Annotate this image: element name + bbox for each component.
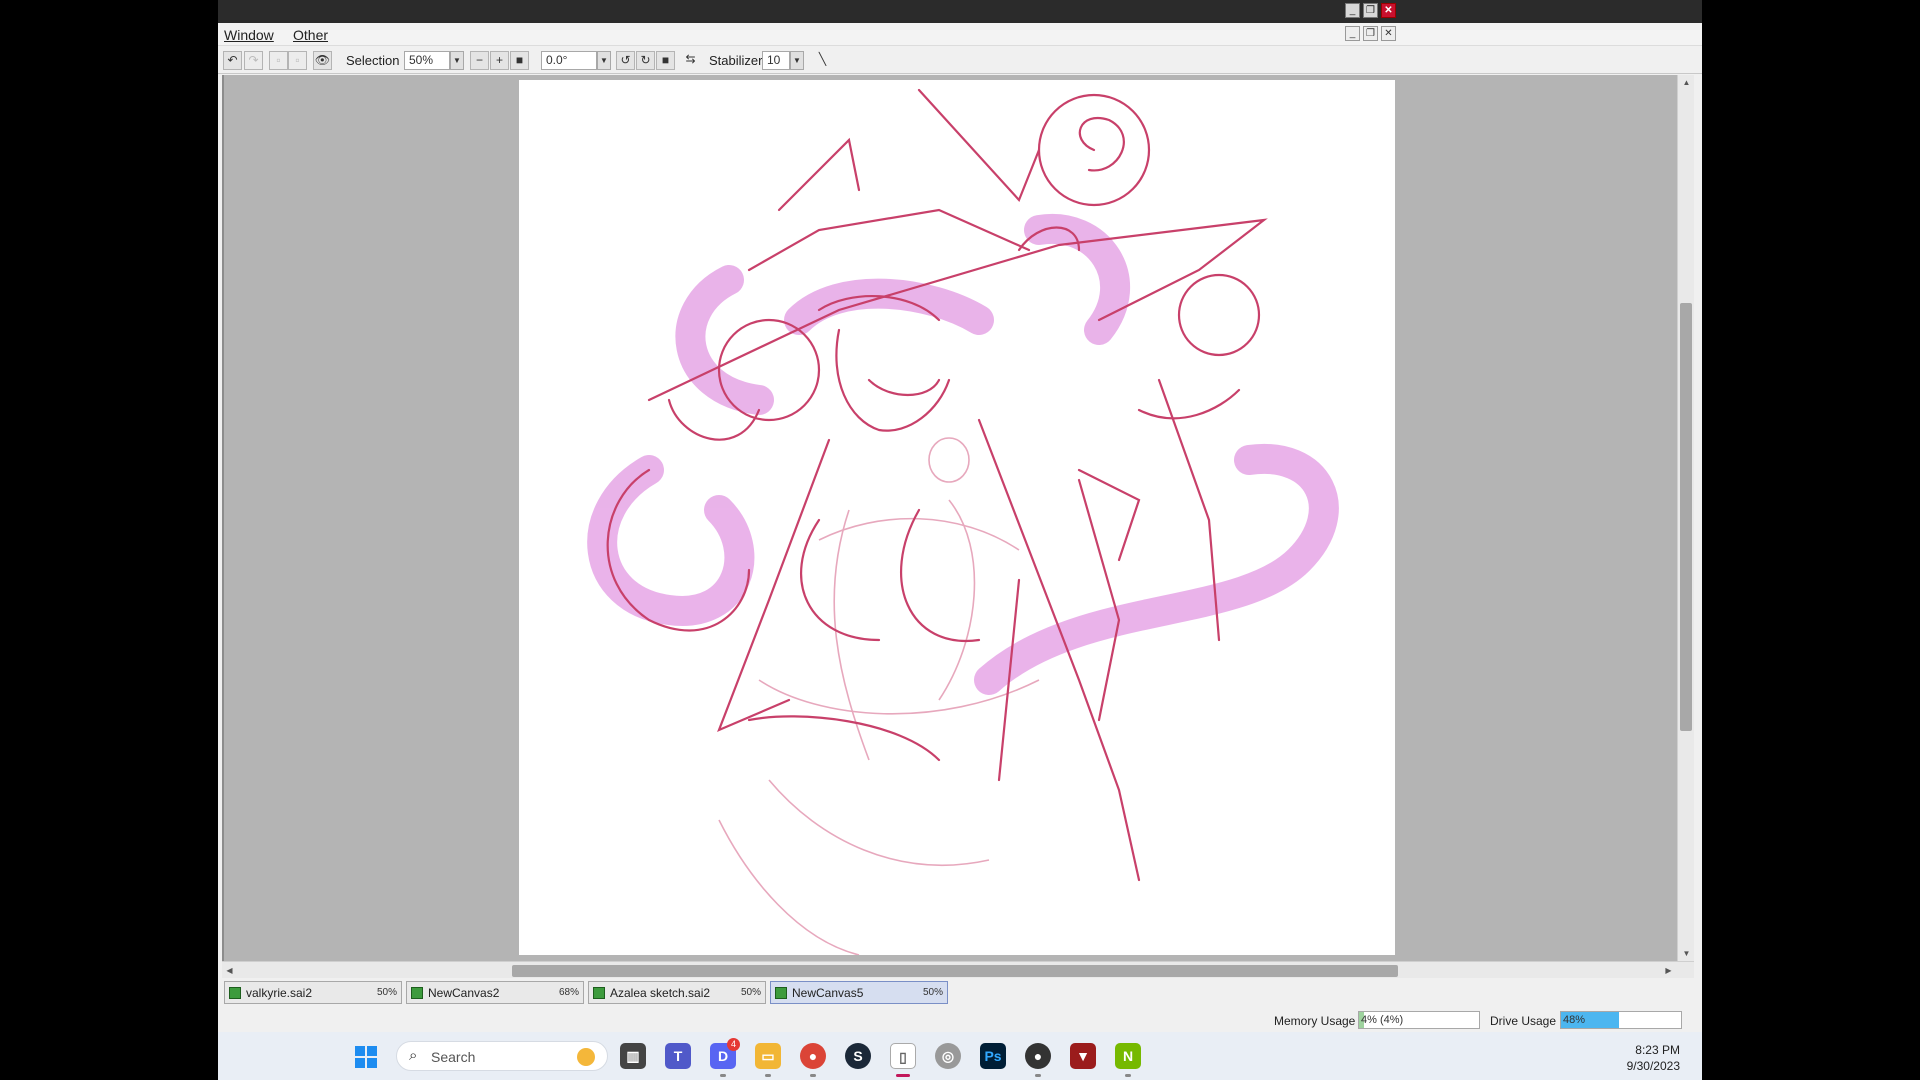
doc-minimize-button[interactable]: _ bbox=[1345, 26, 1360, 41]
deselect-button[interactable]: ▫ bbox=[269, 51, 288, 70]
taskbar-search-box[interactable]: ⌕ Search bbox=[396, 1041, 608, 1071]
scroll-down-icon[interactable]: ▼ bbox=[1679, 946, 1694, 961]
search-placeholder: Search bbox=[431, 1049, 476, 1065]
document-icon bbox=[775, 987, 787, 999]
restore-button[interactable]: ❐ bbox=[1363, 3, 1378, 18]
nvidia-icon[interactable]: N bbox=[1115, 1043, 1141, 1069]
eye-icon[interactable]: 👁 bbox=[313, 51, 332, 70]
windows-taskbar: ⌕ Search ▥ T D 4 ▭ ● S ▯ ◎ Ps ● ▼ N 8:23… bbox=[218, 1032, 1702, 1080]
stabilizer-field[interactable]: 10 bbox=[762, 51, 790, 70]
zoom-out-button[interactable]: − bbox=[470, 51, 489, 70]
rotate-right-button[interactable]: ↻ bbox=[636, 51, 655, 70]
discord-badge: 4 bbox=[727, 1038, 740, 1051]
nvidia-running-indicator bbox=[1125, 1074, 1131, 1077]
tab-name: NewCanvas2 bbox=[428, 986, 500, 1000]
document-app-icon[interactable]: ▯ bbox=[890, 1043, 916, 1069]
rotate-reset-button[interactable]: ■ bbox=[656, 51, 675, 70]
app-icon-red-dot[interactable]: ● bbox=[1025, 1043, 1051, 1069]
memory-usage-value: 4% (4%) bbox=[1361, 1014, 1404, 1026]
tab-zoom: 50% bbox=[376, 987, 397, 998]
screen: _ ❐ ✕ Window Other _ ❐ ✕ ↶ ↷ ▫ ▫ 👁 Selec… bbox=[0, 0, 1920, 1080]
game-app-icon[interactable]: ▼ bbox=[1070, 1043, 1096, 1069]
zoom-field[interactable]: 50% bbox=[404, 51, 450, 70]
tab-name: valkyrie.sai2 bbox=[246, 986, 313, 1000]
teams-icon[interactable]: T bbox=[665, 1043, 691, 1069]
document-icon bbox=[229, 987, 241, 999]
stabilizer-dropdown-icon[interactable]: ▼ bbox=[790, 51, 804, 70]
document-tabs: valkyrie.sai2 50% NewCanvas2 68% Azalea … bbox=[224, 981, 1694, 1005]
selection-label: Selection bbox=[346, 53, 400, 68]
rotation-dropdown-icon[interactable]: ▼ bbox=[597, 51, 611, 70]
doc-close-button[interactable]: ✕ bbox=[1381, 26, 1396, 41]
folder-running-indicator bbox=[765, 1074, 771, 1077]
tab-zoom: 50% bbox=[740, 987, 761, 998]
canvas-workspace: ▲ ▼ bbox=[222, 75, 1694, 961]
windows-start-icon[interactable] bbox=[355, 1046, 377, 1068]
menu-other[interactable]: Other bbox=[293, 27, 328, 43]
tab-name: Azalea sketch.sai2 bbox=[610, 986, 711, 1000]
zoom-reset-button[interactable]: ■ bbox=[510, 51, 529, 70]
obs-icon[interactable]: ◎ bbox=[935, 1043, 961, 1069]
menu-bar: Window Other bbox=[218, 23, 1702, 46]
drive-usage-meter: 48% bbox=[1560, 1011, 1682, 1029]
photoshop-icon[interactable]: Ps bbox=[980, 1043, 1006, 1069]
clock-date: 9/30/2023 bbox=[1626, 1059, 1680, 1073]
discord-running-indicator bbox=[720, 1074, 726, 1077]
view-toolbar: ↶ ↷ ▫ ▫ 👁 Selection 50% ▼ − + ■ 0.0° ▼ ↺… bbox=[218, 47, 1702, 74]
document-icon bbox=[593, 987, 605, 999]
drive-usage-value: 48% bbox=[1563, 1014, 1586, 1026]
memory-usage-label: Memory Usage bbox=[1274, 1014, 1356, 1028]
active-app-indicator bbox=[896, 1074, 910, 1077]
app-running-indicator bbox=[1035, 1074, 1041, 1077]
tab-zoom: 68% bbox=[558, 987, 579, 998]
drive-usage-label: Drive Usage bbox=[1490, 1014, 1557, 1028]
sketch-artwork bbox=[587, 88, 1339, 955]
zoom-dropdown-icon[interactable]: ▼ bbox=[450, 51, 464, 70]
search-icon: ⌕ bbox=[409, 1047, 418, 1064]
document-icon bbox=[411, 987, 423, 999]
horizontal-scrollbar[interactable]: ◀ ▶ bbox=[222, 961, 1694, 978]
invert-selection-button[interactable]: ▫ bbox=[288, 51, 307, 70]
steam-icon[interactable]: S bbox=[845, 1043, 871, 1069]
doc-tab-azalea-sketch[interactable]: Azalea sketch.sai2 50% bbox=[588, 981, 766, 1004]
scroll-right-icon[interactable]: ▶ bbox=[1661, 963, 1676, 978]
scroll-left-icon[interactable]: ◀ bbox=[222, 963, 237, 978]
line-tool-icon[interactable]: ╲ bbox=[813, 51, 832, 70]
system-clock[interactable]: 8:23 PM 9/30/2023 bbox=[1627, 1042, 1680, 1074]
doc-tab-newcanvas2[interactable]: NewCanvas2 68% bbox=[406, 981, 584, 1004]
zoom-in-button[interactable]: + bbox=[490, 51, 509, 70]
vertical-scrollbar[interactable]: ▲ ▼ bbox=[1677, 75, 1694, 961]
undo-button[interactable]: ↶ bbox=[223, 51, 242, 70]
stabilizer-label: Stabilizer bbox=[709, 53, 763, 68]
doc-tab-valkyrie[interactable]: valkyrie.sai2 50% bbox=[224, 981, 402, 1004]
minimize-button[interactable]: _ bbox=[1345, 3, 1360, 18]
file-explorer-icon[interactable]: ▥ bbox=[620, 1043, 646, 1069]
scroll-up-icon[interactable]: ▲ bbox=[1679, 75, 1694, 90]
close-button[interactable]: ✕ bbox=[1381, 3, 1396, 18]
tab-zoom: 50% bbox=[922, 987, 943, 998]
chrome-running-indicator bbox=[810, 1074, 816, 1077]
drawing-canvas[interactable] bbox=[519, 80, 1395, 955]
rotation-field[interactable]: 0.0° bbox=[541, 51, 597, 70]
tab-name: NewCanvas5 bbox=[792, 986, 864, 1000]
menu-window[interactable]: Window bbox=[224, 27, 274, 43]
folder-icon[interactable]: ▭ bbox=[755, 1043, 781, 1069]
title-bar: _ ❐ ✕ bbox=[218, 0, 1702, 23]
flip-icon[interactable]: ⇆ bbox=[681, 51, 700, 70]
doc-restore-button[interactable]: ❐ bbox=[1363, 26, 1378, 41]
chrome-icon[interactable]: ● bbox=[800, 1043, 826, 1069]
rotate-left-button[interactable]: ↺ bbox=[616, 51, 635, 70]
doc-tab-newcanvas5[interactable]: NewCanvas5 50% bbox=[770, 981, 948, 1004]
horizontal-scroll-thumb[interactable] bbox=[512, 965, 1398, 977]
clock-time: 8:23 PM bbox=[1635, 1043, 1680, 1057]
vertical-scroll-thumb[interactable] bbox=[1680, 303, 1692, 731]
paint-tool-sai-window: _ ❐ ✕ Window Other _ ❐ ✕ ↶ ↷ ▫ ▫ 👁 Selec… bbox=[218, 0, 1702, 1080]
memory-usage-meter: 4% (4%) bbox=[1358, 1011, 1480, 1029]
redo-button[interactable]: ↷ bbox=[244, 51, 263, 70]
weather-icon bbox=[577, 1048, 595, 1066]
